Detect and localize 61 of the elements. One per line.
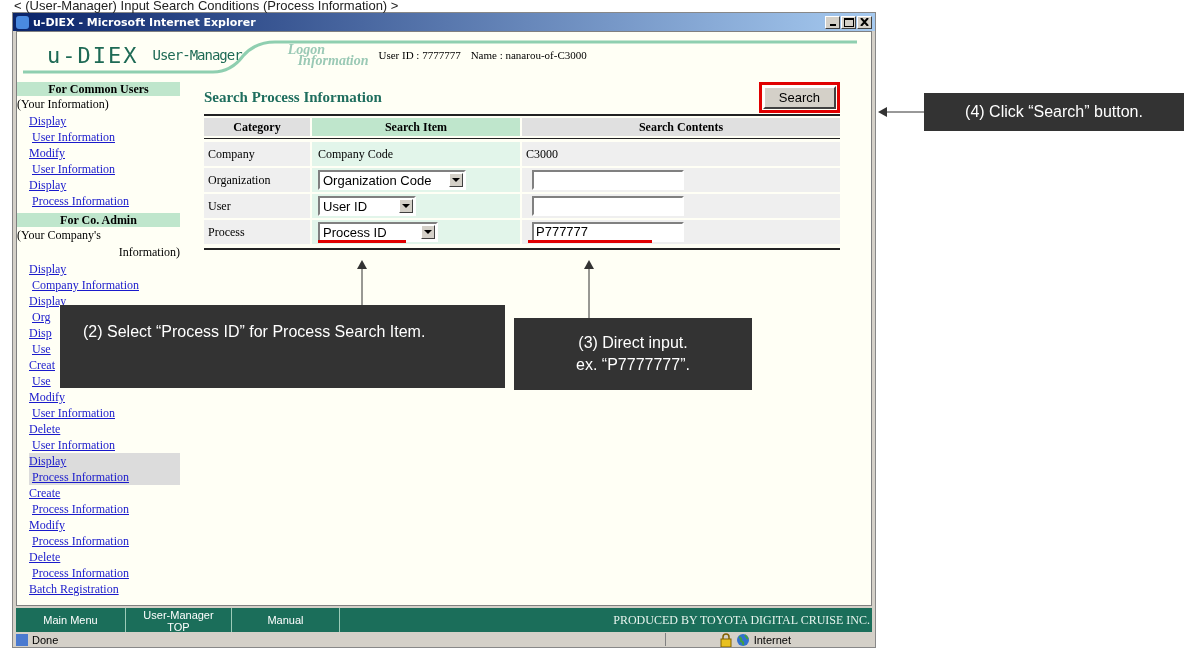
sidebar-link[interactable]: Disp Use	[29, 325, 52, 357]
category-cell: Company	[208, 146, 255, 162]
footer-button[interactable]: User-Manager TOP	[126, 608, 232, 632]
category-cell: Organization	[208, 172, 271, 188]
close-icon[interactable]	[857, 15, 872, 29]
column-header: Category	[204, 118, 310, 136]
credit-text: PRODUCED BY TOYOTA DIGITAL CRUISE INC.	[613, 612, 871, 628]
sidebar-link[interactable]: Batch Registration	[29, 581, 119, 597]
globe-icon	[735, 632, 750, 647]
category-cell: Process	[208, 224, 245, 240]
search-button[interactable]: Search	[762, 85, 836, 109]
caption-title: < (User-Manager) Input Search Conditions (Process Information) >	[13, 0, 400, 12]
user-id-text: User ID : 7777777	[378, 49, 461, 61]
column-header: Search Contents	[522, 118, 840, 136]
sidebar-link[interactable]: Modify Process Information	[29, 517, 129, 549]
section-note: (Your Company's	[17, 227, 102, 244]
search-contents-text: C3000	[526, 146, 558, 162]
sidebar-link[interactable]: Display User Information	[29, 113, 115, 145]
minimize-icon[interactable]	[825, 15, 840, 29]
column-header: Search Item	[312, 118, 520, 136]
callout-text: (4) Click “Search” button.	[964, 102, 1144, 122]
sidebar-link[interactable]: Display Process Information	[29, 177, 129, 209]
callout-text: (2) Select “Process ID” for Process Search Item.	[83, 322, 427, 342]
sidebar-link[interactable]: Delete Process Information	[29, 549, 129, 581]
user-name-text: Name : nanarou-of-C3000	[470, 49, 587, 61]
app-name: User-Manager	[152, 47, 242, 63]
section-note: Information)	[117, 244, 180, 261]
section-heading: For Common Users	[17, 82, 180, 96]
category-cell: User	[208, 198, 231, 214]
window-title: u-DIEX - Microsoft Internet Explorer	[33, 15, 256, 29]
maximize-icon[interactable]	[841, 15, 856, 29]
page-icon	[16, 633, 28, 646]
sidebar-link[interactable]: Display Org	[29, 293, 67, 325]
input-field[interactable]	[532, 170, 684, 190]
dropdown[interactable]: User ID	[318, 196, 416, 216]
logo-text: u-DIEX	[47, 42, 139, 68]
sidebar-link[interactable]: Modify User Information	[29, 389, 115, 421]
sidebar-link[interactable]: Delete User Information	[29, 421, 115, 453]
sidebar-link[interactable]: Creat Use	[29, 357, 55, 389]
dropdown[interactable]: Process ID	[318, 222, 438, 242]
input-field[interactable]	[532, 196, 684, 216]
dropdown[interactable]: Organization Code	[318, 170, 466, 190]
security-zone-text: Internet	[753, 633, 791, 646]
footer-button[interactable]: Manual	[232, 608, 340, 632]
logon-label: Logon	[287, 44, 325, 55]
sidebar-link[interactable]: Modify User Information	[29, 145, 115, 177]
browser-icon	[16, 15, 29, 29]
footer-button[interactable]: Main Menu	[16, 608, 126, 632]
page-heading: Search Process Information	[204, 88, 382, 106]
sidebar-link[interactable]: Create Process Information	[29, 485, 129, 517]
logon-label: Information	[297, 55, 369, 66]
sidebar-link[interactable]: Display Process Information	[29, 453, 180, 485]
callout-text: ex. “P7777777”.	[575, 355, 691, 375]
sidebar-link[interactable]: Display Company Information	[29, 261, 139, 293]
input-field[interactable]: P777777	[532, 222, 684, 242]
section-note: (Your Information)	[17, 96, 110, 113]
search-item-text: Company Code	[318, 146, 393, 162]
status-text: Done	[32, 633, 59, 646]
callout-text: (3) Direct input.	[577, 333, 689, 353]
section-heading: For Co. Admin	[17, 213, 180, 227]
lock-icon	[719, 632, 732, 647]
